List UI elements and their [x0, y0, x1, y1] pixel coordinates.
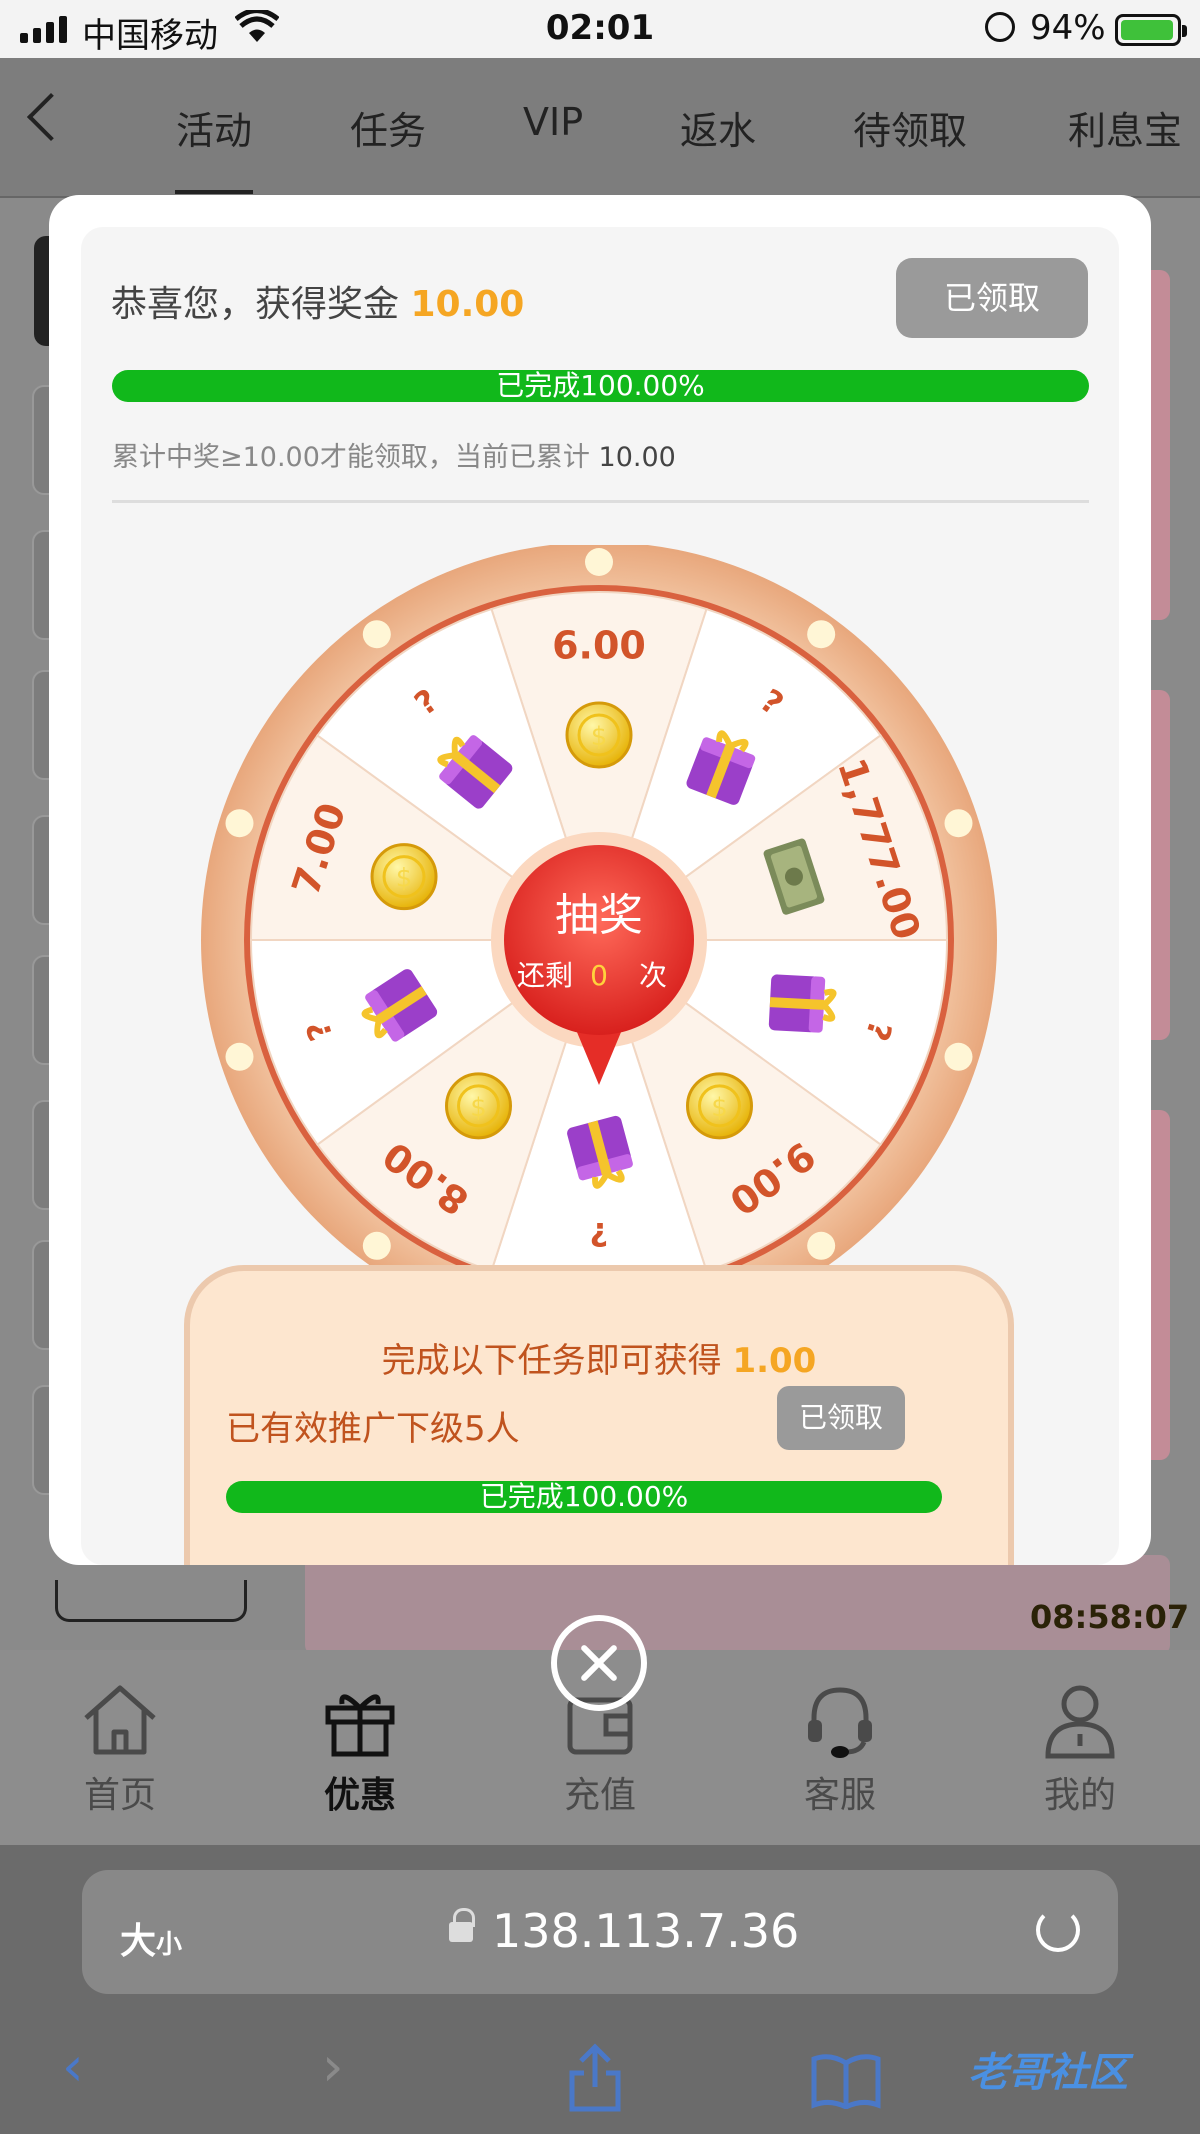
nav-support[interactable]: 客服 — [760, 1680, 920, 1818]
tab-activity[interactable]: 活动 — [176, 100, 252, 155]
tab-tasks[interactable]: 任务 — [350, 100, 426, 155]
remaining-count: 0 — [590, 959, 608, 992]
user-icon — [1040, 1680, 1120, 1760]
rim-light — [362, 1231, 391, 1260]
background-button — [55, 1580, 247, 1622]
text-size-button[interactable]: 大小 — [120, 1912, 182, 1964]
claimed-button[interactable]: 已领取 — [896, 258, 1088, 338]
nav-home-label: 首页 — [83, 1775, 156, 1816]
nav-mine-label: 我的 — [1043, 1775, 1116, 1816]
segment-label: 6.00 — [552, 624, 646, 668]
coin-icon: $ — [370, 843, 438, 911]
task-claimed-button[interactable]: 已领取 — [777, 1386, 905, 1450]
back-arrow-icon[interactable] — [26, 92, 76, 142]
svg-text:$: $ — [396, 864, 413, 894]
tab-rebate[interactable]: 返水 — [680, 100, 756, 155]
remaining-suffix: 次 — [639, 959, 667, 992]
spin-title: 抽奖 — [555, 890, 643, 941]
active-tab-indicator — [175, 190, 253, 194]
divider — [112, 500, 1089, 503]
battery-icon — [1115, 14, 1187, 46]
reward-text: 恭喜您，获得奖金 10.00 — [111, 275, 524, 327]
bookmarks-icon[interactable] — [810, 2053, 882, 2109]
home-icon — [80, 1680, 160, 1760]
nav-support-label: 客服 — [803, 1775, 876, 1816]
accumulated-value: 10.00 — [598, 442, 676, 473]
nav-promotions[interactable]: 优惠 — [280, 1680, 440, 1818]
tab-pending[interactable]: 待领取 — [853, 100, 967, 155]
task-title-prefix: 完成以下任务即可获得 — [381, 1341, 722, 1381]
task-label: 已有效推广下级5人 — [226, 1409, 520, 1449]
nav-mine[interactable]: 我的 — [1000, 1680, 1160, 1818]
nav-home[interactable]: 首页 — [40, 1680, 200, 1818]
task-progress-bar: 已完成100.00% — [226, 1481, 942, 1513]
battery-percent: 94% — [1030, 8, 1106, 48]
lock-icon — [449, 1908, 475, 1942]
lucky-wheel[interactable]: 6.00$?1,777.00?9.00$?8.00$?7.00 $? 抽奖 还剩 … — [189, 545, 1009, 1265]
close-icon[interactable] — [551, 1615, 647, 1711]
coin-icon: $ — [565, 701, 633, 769]
browser-toolbar: 大小 138.113.7.36 ‹ › 老哥社区 — [0, 1845, 1200, 2134]
status-bar: 中国移动 02:01 94% — [0, 0, 1200, 58]
reward-amount: 10.00 — [410, 284, 525, 325]
accumulated-label: 累计中奖≥10.00才能领取，当前已累计 — [112, 442, 590, 473]
headset-icon — [800, 1680, 880, 1760]
accumulated-text: 累计中奖≥10.00才能领取，当前已累计 10.00 — [112, 435, 676, 474]
segment-label: ? — [590, 1215, 609, 1253]
top-tab-bar: 活动 任务 VIP 返水 待领取 利息宝 — [0, 58, 1200, 198]
share-icon[interactable] — [566, 2043, 624, 2113]
browser-back-icon[interactable]: ‹ — [62, 2035, 84, 2098]
rim-light — [807, 620, 836, 649]
nav-deposit-label: 充值 — [563, 1775, 636, 1816]
tab-interest[interactable]: 利息宝 — [1068, 100, 1182, 155]
countdown-timer: 08:58:07 — [1030, 1598, 1190, 1636]
coin-icon: $ — [685, 1072, 753, 1140]
rim-light — [807, 1231, 836, 1260]
gift-icon — [320, 1680, 400, 1760]
task-panel: 完成以下任务即可获得 1.00 已有效推广下级5人 已领取 已完成100.00% — [184, 1265, 1014, 1565]
svg-text:$: $ — [470, 1093, 487, 1123]
watermark-logo: 老哥社区 — [968, 2050, 1128, 2096]
remaining-prefix: 还剩 — [517, 959, 573, 992]
address-bar[interactable]: 大小 138.113.7.36 — [82, 1870, 1118, 1994]
progress-bar: 已完成100.00% — [112, 370, 1089, 402]
rim-light — [225, 1042, 254, 1071]
nav-promotions-label: 优惠 — [323, 1775, 396, 1816]
coin-icon: $ — [445, 1072, 513, 1140]
rim-light — [585, 548, 613, 576]
reload-icon[interactable] — [1036, 1908, 1080, 1952]
rim-light — [944, 1042, 973, 1071]
rim-light — [944, 809, 973, 838]
url-text[interactable]: 138.113.7.36 — [492, 1904, 799, 1958]
reward-modal: 恭喜您，获得奖金 10.00 已领取 已完成100.00% 累计中奖≥10.00… — [49, 195, 1151, 1565]
rim-light — [225, 809, 254, 838]
clock: 02:01 — [545, 8, 655, 48]
tab-vip[interactable]: VIP — [523, 100, 583, 144]
rim-light — [362, 620, 391, 649]
reward-prefix: 恭喜您，获得奖金 — [111, 284, 400, 325]
browser-forward-icon[interactable]: › — [322, 2035, 344, 2098]
svg-text:$: $ — [591, 722, 608, 752]
svg-text:$: $ — [711, 1093, 728, 1123]
task-panel-title: 完成以下任务即可获得 1.00 — [190, 1333, 1008, 1382]
rotation-lock-icon — [985, 12, 1015, 42]
task-title-amount: 1.00 — [732, 1341, 817, 1381]
